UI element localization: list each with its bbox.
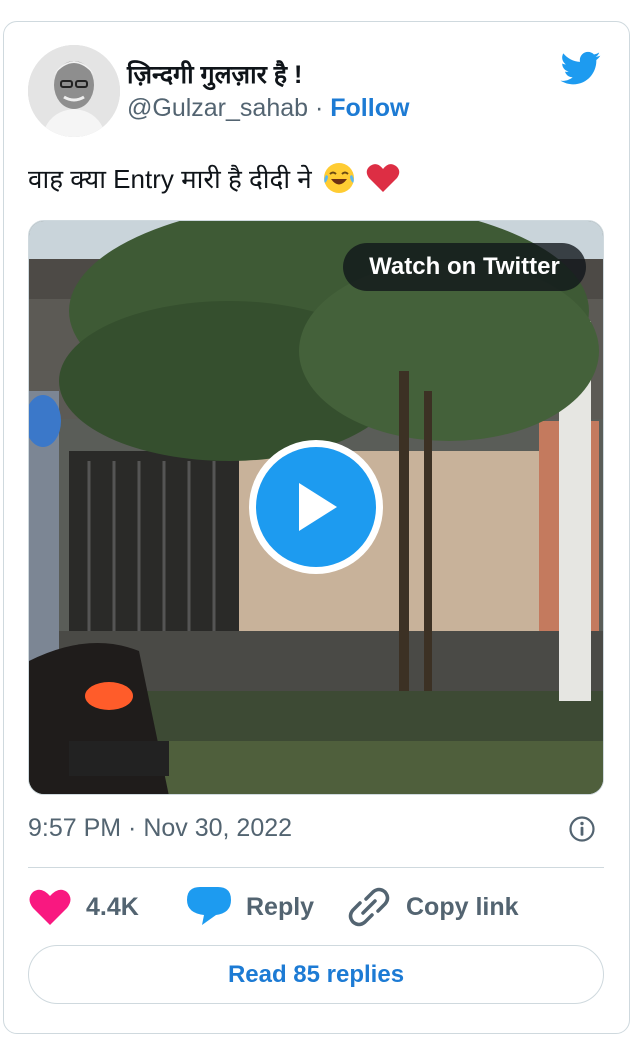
play-icon-wrapper <box>256 447 376 567</box>
author-handle[interactable]: @Gulzar_sahab <box>127 94 308 122</box>
reply-bubble-icon <box>187 887 231 925</box>
reply-label: Reply <box>246 892 315 921</box>
twitter-bird-icon[interactable] <box>558 48 604 88</box>
like-count: 4.4K <box>86 892 139 921</box>
info-icon[interactable] <box>568 815 596 843</box>
copy-link-button[interactable]: Copy link <box>346 885 519 929</box>
author-handle-row: @Gulzar_sahab · Follow <box>127 94 409 123</box>
play-icon <box>299 483 337 531</box>
avatar[interactable] <box>28 45 120 137</box>
tweet-timestamp[interactable]: 9:57 PM · Nov 30, 2022 <box>28 814 292 843</box>
play-button[interactable] <box>249 440 383 574</box>
tweet-text: वाह क्या Entry मारी है दीदी ने <box>28 164 312 194</box>
red-heart-icon <box>366 162 400 201</box>
read-replies-button[interactable]: Read 85 replies <box>28 945 604 1004</box>
face-with-tears-of-joy-icon <box>323 162 355 201</box>
link-icon <box>348 887 390 927</box>
author-display-name[interactable]: ज़िन्दगी गुलज़ार है ! <box>127 57 302 91</box>
separator-dot: · <box>314 94 324 122</box>
tweet-text-row: वाह क्या Entry मारी है दीदी ने <box>28 160 400 201</box>
like-button[interactable]: 4.4K <box>28 885 139 929</box>
divider <box>28 867 604 868</box>
copy-link-label: Copy link <box>406 892 519 921</box>
follow-button[interactable]: Follow <box>330 94 409 122</box>
watch-on-twitter-button[interactable]: Watch on Twitter <box>343 243 586 291</box>
heart-icon <box>29 889 71 925</box>
reply-button[interactable]: Reply <box>186 885 314 929</box>
